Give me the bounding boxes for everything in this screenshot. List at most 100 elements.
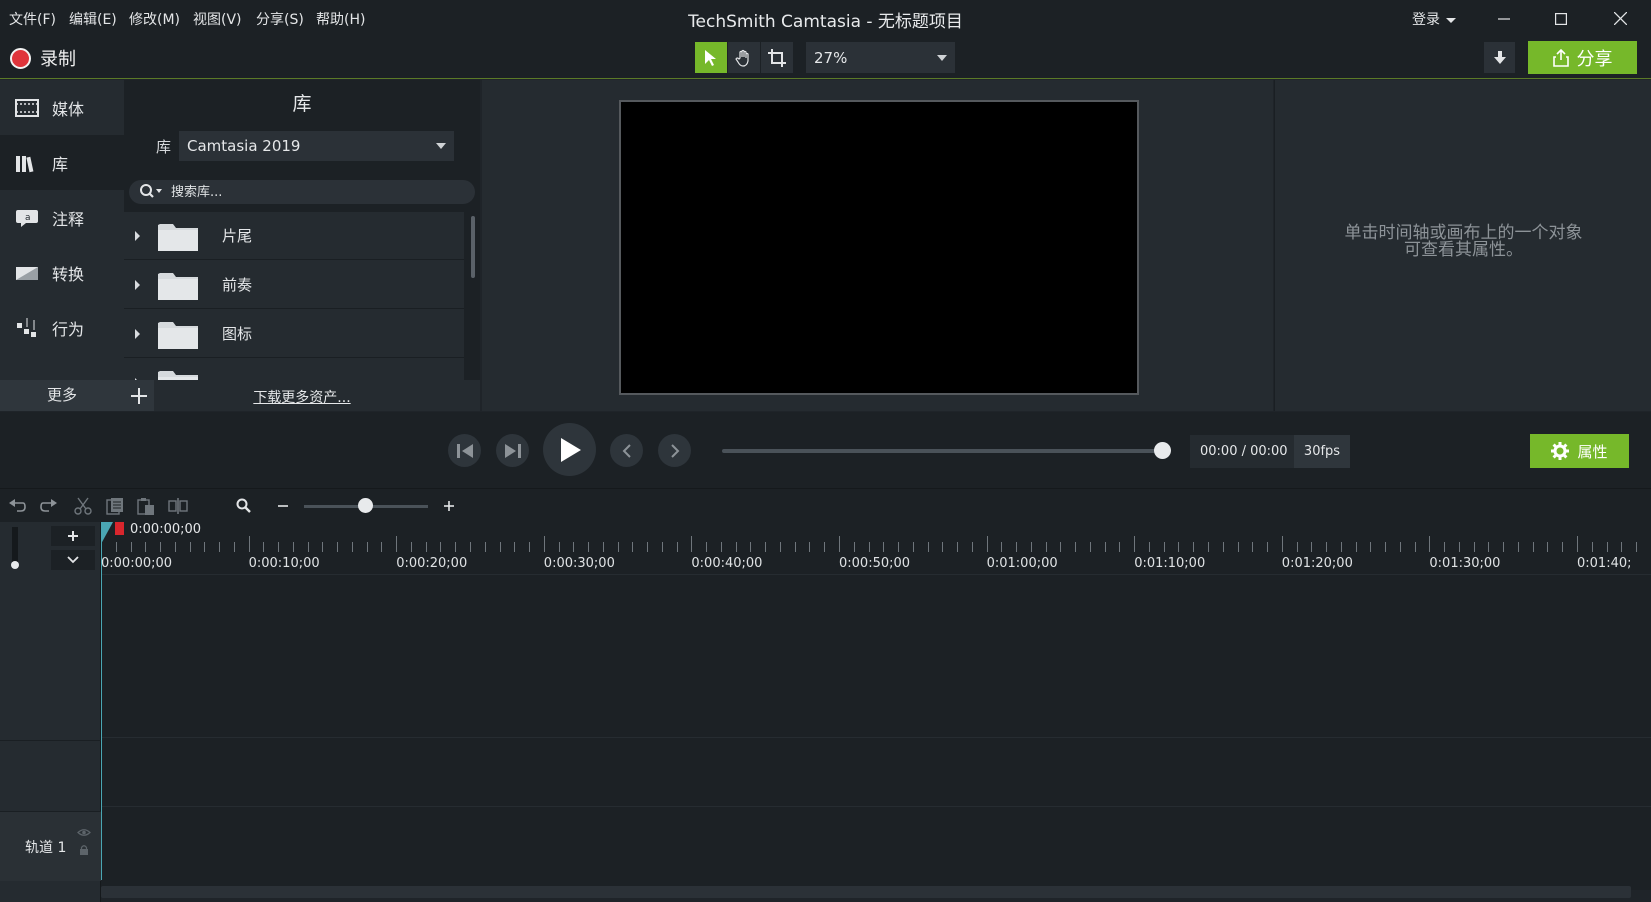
chevron-down-icon (436, 143, 446, 149)
menu-help[interactable]: 帮助(H) (316, 9, 365, 29)
pan-tool-button[interactable] (728, 42, 760, 73)
folder-icon (158, 272, 198, 300)
library-scrollbar[interactable] (464, 212, 480, 380)
previous-marker-button[interactable] (610, 434, 643, 467)
timeline-horizontal-scrollbar[interactable] (101, 886, 1631, 898)
tab-behaviors-label: 行为 (52, 319, 85, 339)
fps-selector[interactable]: 30fps (1294, 435, 1350, 468)
record-label: 录制 (40, 49, 76, 70)
playhead-out-marker[interactable] (115, 522, 124, 535)
expand-arrow-icon[interactable] (135, 230, 140, 241)
track-1-header[interactable]: 轨道 1 (0, 811, 101, 881)
menu-share[interactable]: 分享(S) (256, 9, 304, 29)
zoom-dropdown[interactable]: 27% (806, 42, 955, 73)
tab-transitions[interactable]: 转换 (0, 245, 124, 300)
library-item-icons[interactable]: 图标 (124, 310, 464, 358)
crop-tool-button[interactable] (761, 42, 793, 73)
zoom-out-button[interactable] (272, 495, 294, 517)
scrubber-knob[interactable] (1154, 442, 1171, 459)
properties-hint-line2: 可查看其属性。 (1404, 240, 1523, 260)
timeline-toolbar (0, 488, 1651, 522)
ruler-label: 0:00:20;00 (396, 556, 468, 571)
play-button[interactable] (543, 423, 596, 476)
playhead-handle[interactable] (101, 522, 113, 544)
tab-transitions-label: 转换 (52, 264, 85, 284)
library-item-partial[interactable] (124, 359, 464, 380)
timeline-zoom-knob[interactable] (358, 498, 373, 513)
svg-text:a: a (25, 213, 31, 223)
tab-annotations[interactable]: a 注释 (0, 190, 124, 245)
split-icon (168, 498, 188, 514)
expand-arrow-icon[interactable] (135, 328, 140, 339)
track-lane[interactable] (101, 737, 1651, 806)
add-asset-button[interactable] (124, 380, 154, 411)
step-forward-button[interactable] (496, 434, 529, 467)
select-tool-button[interactable] (695, 42, 727, 73)
plus-icon (131, 387, 147, 404)
menu-edit[interactable]: 编辑(E) (69, 9, 117, 29)
copy-button[interactable] (104, 495, 126, 517)
track-1-label: 轨道 1 (25, 840, 67, 856)
preview-canvas[interactable] (619, 100, 1139, 395)
library-search-input[interactable] (171, 183, 461, 201)
download-more-assets-link[interactable]: 下载更多资产... (124, 387, 480, 407)
redo-button[interactable] (38, 495, 60, 517)
more-tabs-button[interactable]: 更多 (0, 380, 124, 411)
track-height-knob[interactable] (11, 561, 19, 569)
library-item-label: 片尾 (222, 227, 253, 245)
eye-icon[interactable] (77, 828, 91, 837)
step-back-button[interactable] (448, 434, 481, 467)
download-button[interactable] (1484, 42, 1515, 73)
add-track-button[interactable] (51, 526, 95, 546)
minimize-button[interactable] (1480, 0, 1528, 37)
ruler-label: 0:01:10;00 (1134, 556, 1206, 571)
maximize-button[interactable] (1537, 0, 1585, 37)
download-icon (1493, 50, 1506, 64)
paste-button[interactable] (135, 495, 157, 517)
track-lane[interactable] (101, 574, 1651, 737)
close-button[interactable] (1596, 0, 1644, 37)
plus-icon (444, 501, 454, 511)
library-scroll-thumb[interactable] (471, 216, 475, 278)
step-back-icon (456, 443, 473, 458)
folder-icon (158, 370, 198, 380)
menu-modify[interactable]: 修改(M) (129, 9, 180, 29)
transition-icon (14, 262, 40, 284)
canvas-area (482, 80, 1273, 411)
menu-file[interactable]: 文件(F) (9, 9, 56, 29)
tab-library[interactable]: 库 (0, 135, 124, 190)
library-item-label: 图标 (222, 325, 253, 343)
library-dropdown[interactable]: Camtasia 2019 (179, 131, 454, 161)
login-dropdown[interactable]: 登录 (1412, 9, 1456, 29)
search-icon[interactable] (139, 183, 163, 205)
behavior-icon (14, 317, 40, 339)
copy-icon (106, 498, 123, 515)
library-footer: 下载更多资产... (124, 380, 480, 411)
library-item-outro[interactable]: 片尾 (124, 212, 464, 260)
ruler-label: 0:01:40; (1577, 556, 1632, 571)
library-search[interactable] (129, 180, 475, 204)
undo-button[interactable] (6, 495, 28, 517)
ruler-label: 0:01:00;00 (986, 556, 1058, 571)
chevron-down-icon (1446, 17, 1456, 23)
split-button[interactable] (167, 495, 189, 517)
next-marker-button[interactable] (658, 434, 691, 467)
timeline-tracks[interactable] (101, 574, 1651, 890)
lock-icon[interactable] (79, 844, 89, 856)
library-item-intro[interactable]: 前奏 (124, 261, 464, 309)
expand-arrow-icon[interactable] (135, 279, 140, 290)
zoom-search-button[interactable] (233, 495, 255, 517)
cut-button[interactable] (72, 495, 94, 517)
collapse-tracks-button[interactable] (51, 550, 95, 570)
zoom-in-button[interactable] (438, 495, 460, 517)
track-1-lane[interactable] (101, 806, 1651, 876)
record-button[interactable]: 录制 (10, 45, 76, 71)
maximize-icon (1555, 12, 1567, 25)
tab-behaviors[interactable]: 行为 (0, 300, 124, 355)
properties-button[interactable]: 属性 (1530, 434, 1629, 468)
share-button[interactable]: 分享 (1528, 41, 1637, 74)
tab-media[interactable]: 媒体 (0, 80, 124, 135)
menu-view[interactable]: 视图(V) (193, 9, 242, 29)
playback-scrubber[interactable] (722, 449, 1162, 453)
folder-icon (158, 223, 198, 251)
